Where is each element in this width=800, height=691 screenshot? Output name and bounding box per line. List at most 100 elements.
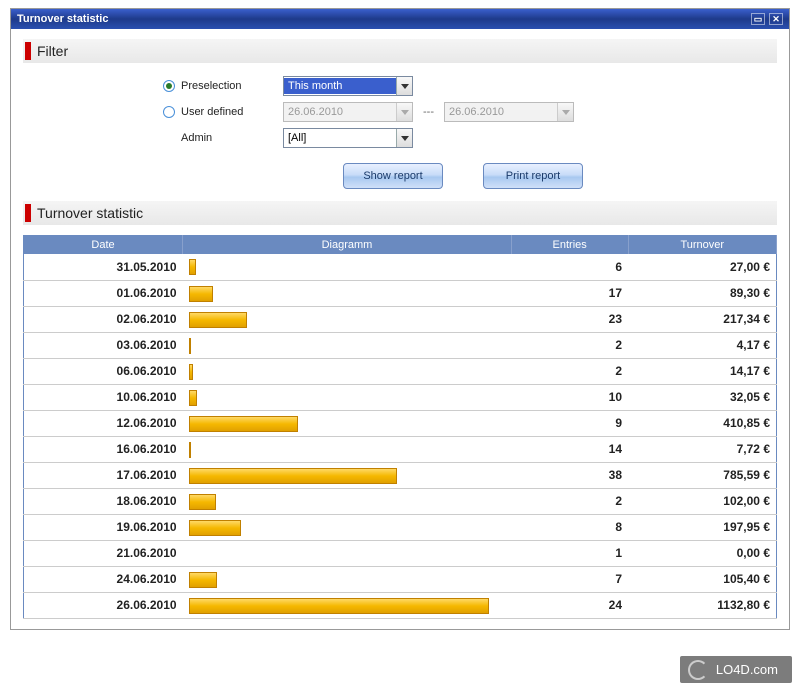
chevron-down-icon — [396, 103, 412, 121]
admin-combo[interactable]: [All] — [283, 128, 413, 148]
cell-turnover: 217,34 € — [628, 306, 777, 332]
cell-entries: 9 — [511, 410, 628, 436]
cell-date: 17.06.2010 — [24, 462, 183, 488]
chevron-down-icon — [557, 103, 573, 121]
table-row[interactable]: 18.06.20102102,00 € — [24, 488, 777, 514]
cell-diagram — [183, 514, 512, 540]
cell-entries: 38 — [511, 462, 628, 488]
date-to-combo: 26.06.2010 — [444, 102, 574, 122]
window-title: Turnover statistic — [17, 13, 109, 25]
table-row[interactable]: 24.06.20107105,40 € — [24, 566, 777, 592]
print-report-button[interactable]: Print report — [483, 163, 583, 189]
show-report-button[interactable]: Show report — [343, 163, 443, 189]
cell-diagram — [183, 410, 512, 436]
cell-turnover: 105,40 € — [628, 566, 777, 592]
admin-label: Admin — [181, 132, 212, 144]
col-date-header[interactable]: Date — [24, 236, 183, 255]
close-button[interactable]: ✕ — [769, 13, 783, 25]
minimize-button[interactable]: ▭ — [751, 13, 765, 25]
chevron-down-icon — [396, 77, 412, 95]
stats-section-header: Turnover statistic — [23, 201, 777, 225]
turnover-bar — [189, 442, 191, 458]
cell-diagram — [183, 280, 512, 306]
admin-value: [All] — [284, 130, 396, 146]
cell-diagram — [183, 306, 512, 332]
table-row[interactable]: 21.06.201010,00 € — [24, 540, 777, 566]
cell-turnover: 27,00 € — [628, 254, 777, 280]
turnover-bar — [189, 338, 191, 354]
cell-date: 06.06.2010 — [24, 358, 183, 384]
turnover-table: Date Diagramm Entries Turnover 31.05.201… — [23, 235, 777, 619]
stats-title: Turnover statistic — [37, 205, 143, 221]
cell-entries: 23 — [511, 306, 628, 332]
cell-turnover: 7,72 € — [628, 436, 777, 462]
cell-turnover: 14,17 € — [628, 358, 777, 384]
turnover-bar — [189, 572, 217, 588]
cell-diagram — [183, 358, 512, 384]
table-row[interactable]: 17.06.2010 38785,59 € — [24, 462, 777, 488]
table-row[interactable]: 12.06.20109410,85 € — [24, 410, 777, 436]
cell-diagram — [183, 488, 512, 514]
cell-date: 12.06.2010 — [24, 410, 183, 436]
cell-date: 03.06.2010 — [24, 332, 183, 358]
preselection-combo[interactable]: This month — [283, 76, 413, 96]
cell-date: 18.06.2010 — [24, 488, 183, 514]
userdefined-label: User defined — [181, 106, 243, 118]
table-row[interactable]: 26.06.2010241132,80 € — [24, 592, 777, 618]
cell-turnover: 785,59 € — [628, 462, 777, 488]
section-accent-bar — [25, 42, 31, 60]
filter-form: Preselection This month User defined 26.… — [23, 73, 777, 201]
cell-diagram — [183, 462, 512, 488]
preselection-radio[interactable]: Preselection — [163, 80, 273, 92]
filter-section-header: Filter — [23, 39, 777, 63]
table-row[interactable]: 03.06.2010 24,17 € — [24, 332, 777, 358]
radio-dot-icon — [163, 80, 175, 92]
turnover-bar — [189, 390, 197, 406]
table-row[interactable]: 01.06.2010 1789,30 € — [24, 280, 777, 306]
cell-date: 10.06.2010 — [24, 384, 183, 410]
cell-entries: 17 — [511, 280, 628, 306]
table-row[interactable]: 06.06.2010214,17 € — [24, 358, 777, 384]
admin-label-wrap: Admin — [163, 132, 273, 144]
turnover-bar — [189, 312, 247, 328]
watermark-logo-icon — [688, 660, 708, 680]
table-row[interactable]: 10.06.2010 1032,05 € — [24, 384, 777, 410]
cell-date: 21.06.2010 — [24, 540, 183, 566]
table-row[interactable]: 31.05.2010627,00 € — [24, 254, 777, 280]
turnover-bar — [189, 286, 213, 302]
turnover-bar — [189, 598, 489, 614]
col-diagram-header[interactable]: Diagramm — [183, 236, 512, 255]
cell-diagram — [183, 592, 512, 618]
titlebar: Turnover statistic ▭ ✕ — [11, 9, 789, 29]
cell-turnover: 1132,80 € — [628, 592, 777, 618]
cell-entries: 24 — [511, 592, 628, 618]
table-row[interactable]: 19.06.20108197,95 € — [24, 514, 777, 540]
cell-entries: 14 — [511, 436, 628, 462]
table-row[interactable]: 16.06.2010 147,72 € — [24, 436, 777, 462]
turnover-bar — [189, 468, 397, 484]
table-row[interactable]: 02.06.201023217,34 € — [24, 306, 777, 332]
app-window: Turnover statistic ▭ ✕ Filter Preselecti… — [10, 8, 790, 630]
turnover-bar — [189, 520, 241, 536]
cell-diagram — [183, 332, 512, 358]
cell-turnover: 0,00 € — [628, 540, 777, 566]
cell-turnover: 32,05 € — [628, 384, 777, 410]
cell-date: 31.05.2010 — [24, 254, 183, 280]
radio-dot-icon — [163, 106, 175, 118]
col-entries-header[interactable]: Entries — [511, 236, 628, 255]
cell-turnover: 4,17 € — [628, 332, 777, 358]
cell-diagram — [183, 254, 512, 280]
date-to-value: 26.06.2010 — [445, 104, 557, 120]
cell-date: 16.06.2010 — [24, 436, 183, 462]
chevron-down-icon — [396, 129, 412, 147]
date-from-value: 26.06.2010 — [284, 104, 396, 120]
cell-entries: 10 — [511, 384, 628, 410]
cell-turnover: 89,30 € — [628, 280, 777, 306]
preselection-value: This month — [284, 78, 396, 94]
cell-entries: 2 — [511, 332, 628, 358]
turnover-bar — [189, 364, 193, 380]
watermark: LO4D.com — [680, 656, 792, 683]
userdefined-radio[interactable]: User defined — [163, 106, 273, 118]
col-turnover-header[interactable]: Turnover — [628, 236, 777, 255]
cell-date: 01.06.2010 — [24, 280, 183, 306]
